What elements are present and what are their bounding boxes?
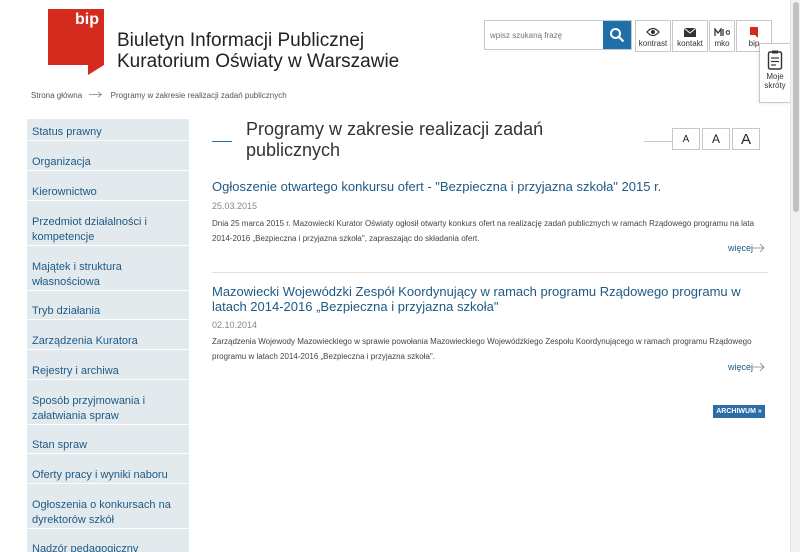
tool-label: mko <box>714 39 730 48</box>
sidebar-item-ogloszenia-konkursy[interactable]: Ogłoszenia o konkursach na dyrektorów sz… <box>27 498 189 529</box>
tool-label: kontrast <box>638 39 668 48</box>
site-title-line1: Biuletyn Informacji Publicznej <box>117 30 365 51</box>
article-description: Dnia 25 marca 2015 r. Mazowiecki Kurator… <box>212 219 755 243</box>
logo-text: bip <box>75 11 99 28</box>
archive-button[interactable]: ARCHIWUM » <box>713 405 765 418</box>
bip-logo[interactable]: bip <box>48 9 104 75</box>
font-size-small-button[interactable]: A <box>672 128 700 150</box>
more-link[interactable]: więcej <box>728 362 765 372</box>
sidebar-item-zarzadzenia-kuratora[interactable]: Zarządzenia Kuratora <box>27 334 189 350</box>
shortcuts-label-1: Moje <box>766 72 784 81</box>
sidebar-item-stan-spraw[interactable]: Stan spraw <box>27 438 189 454</box>
logo-box: bip <box>48 9 104 65</box>
sidebar-item-tryb-dzialania[interactable]: Tryb działania <box>27 304 189 320</box>
sidebar-item-rejestry[interactable]: Rejestry i archiwa <box>27 364 189 380</box>
breadcrumb: Strona główna Programy w zakresie realiz… <box>31 91 287 100</box>
sidebar-item-sposob-przyjmowania[interactable]: Sposób przyjmowania i załatwiania spraw <box>27 394 189 425</box>
article-title[interactable]: Ogłoszenie otwartego konkursu ofert - "B… <box>212 179 767 194</box>
envelope-icon <box>684 27 696 37</box>
article-divider <box>212 272 768 273</box>
search-icon <box>610 28 625 43</box>
search-box <box>484 20 632 50</box>
shortcuts-label-2: skróty <box>764 81 786 90</box>
tool-contrast[interactable]: kontrast <box>635 20 671 52</box>
bip-flag-icon <box>750 26 758 38</box>
arrow-right-icon <box>753 243 765 253</box>
eye-icon <box>646 27 660 37</box>
tool-label: kontakt <box>677 39 703 48</box>
article-description: Zarządzenia Wojewody Mazowieckiego w spr… <box>212 337 752 361</box>
more-link-label: więcej <box>728 362 754 372</box>
mko-icon <box>714 27 730 36</box>
font-size-controls: A A A <box>672 128 762 150</box>
sidebar-item-majatek[interactable]: Majątek i struktura własnościowa <box>27 260 189 291</box>
article-date: 02.10.2014 <box>212 320 258 330</box>
breadcrumb-home[interactable]: Strona główna <box>31 91 82 100</box>
scrollbar-thumb[interactable] <box>793 2 799 212</box>
more-link-label: więcej <box>728 243 754 253</box>
breadcrumb-arrow-icon <box>89 91 103 100</box>
tool-contact[interactable]: kontakt <box>672 20 708 52</box>
font-size-rule <box>644 141 672 142</box>
site-title-line2: Kuratorium Oświaty w Warszawie <box>117 51 400 72</box>
breadcrumb-current: Programy w zakresie realizacji zadań pub… <box>110 91 287 100</box>
sidebar-item-kierownictwo[interactable]: Kierownictwo <box>27 185 189 201</box>
title-rule <box>212 141 232 142</box>
font-size-large-button[interactable]: A <box>732 128 760 150</box>
article-date: 25.03.2015 <box>212 201 258 211</box>
tool-mko[interactable]: mko <box>709 20 735 52</box>
logo-flag <box>88 65 104 75</box>
sidebar-item-status-prawny[interactable]: Status prawny <box>27 125 189 141</box>
sidebar-item-oferty-pracy[interactable]: Oferty pracy i wyniki naboru <box>27 468 189 484</box>
page: bip Biuletyn Informacji Publicznej Kurat… <box>0 0 790 552</box>
sidebar-item-nadzor-pedagogiczny[interactable]: Nadzór pedagogiczny <box>27 542 189 552</box>
sidebar-item-przedmiot-dzialalnosci[interactable]: Przedmiot działalności i kompetencje <box>27 215 189 246</box>
article-title[interactable]: Mazowiecki Wojewódzki Zespół Koordynując… <box>212 284 767 314</box>
search-input[interactable] <box>485 21 603 49</box>
sidebar: Status prawny Organizacja Kierownictwo P… <box>27 119 189 552</box>
site-title[interactable]: Biuletyn Informacji Publicznej Kuratoriu… <box>117 30 399 72</box>
toolbar: kontrast kontakt mko bip <box>635 20 773 52</box>
search-button[interactable] <box>603 21 631 49</box>
arrow-right-icon <box>753 362 765 372</box>
my-shortcuts-tab[interactable]: Moje skróty <box>759 43 790 103</box>
more-link[interactable]: więcej <box>728 243 765 253</box>
scrollbar[interactable] <box>790 0 800 552</box>
page-title: Programy w zakresie realizacji zadań pub… <box>246 119 544 160</box>
font-size-medium-button[interactable]: A <box>702 128 730 150</box>
clipboard-icon <box>767 50 783 70</box>
sidebar-item-organizacja[interactable]: Organizacja <box>27 155 189 171</box>
